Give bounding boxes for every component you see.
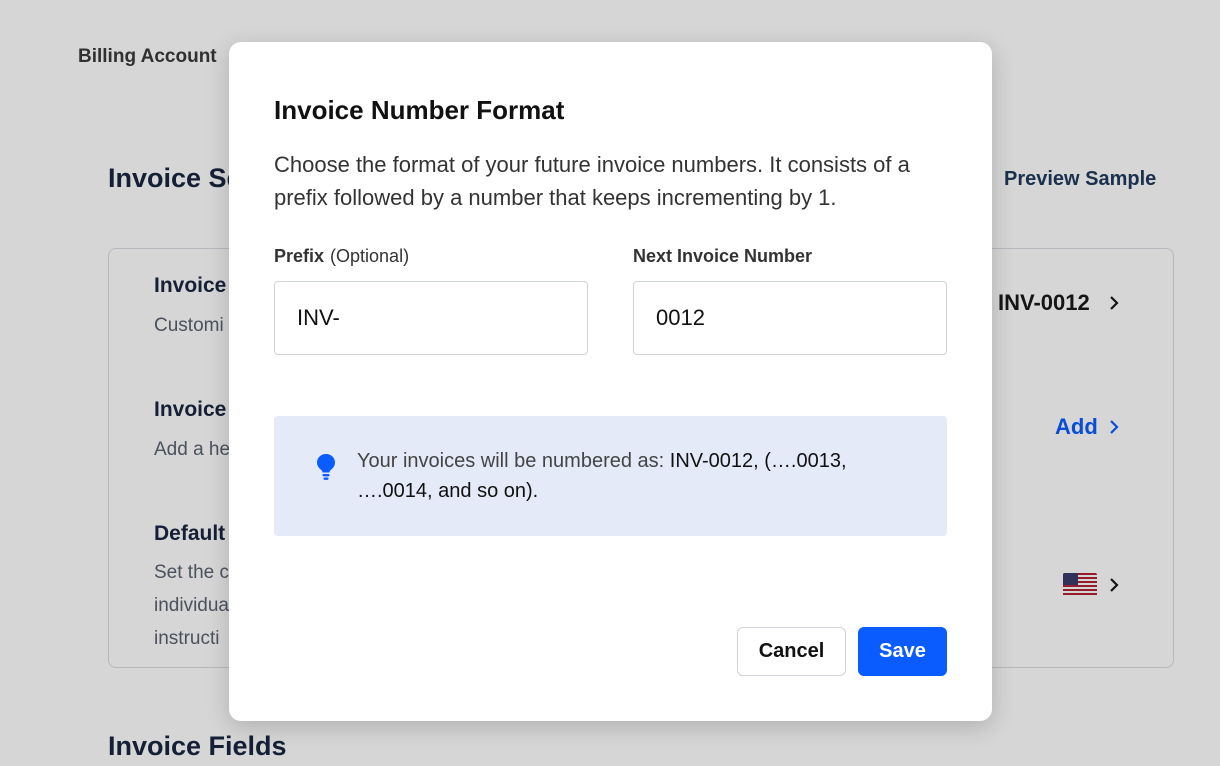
next-invoice-number-label: Next Invoice Number: [633, 246, 813, 266]
save-button[interactable]: Save: [858, 627, 947, 676]
prefix-label: Prefix (Optional): [274, 246, 409, 267]
numbering-preview-text: Your invoices will be numbered as: INV-0…: [357, 446, 897, 506]
numbering-preview-intro: Your invoices will be numbered as:: [357, 450, 670, 472]
prefix-label-text: Prefix: [274, 246, 325, 266]
dialog-title: Invoice Number Format: [274, 95, 565, 125]
dialog-description: Choose the format of your future invoice…: [274, 152, 910, 210]
prefix-input[interactable]: [274, 281, 588, 355]
numbering-preview-box: Your invoices will be numbered as: INV-0…: [274, 416, 947, 536]
optional-hint: (Optional): [330, 246, 410, 266]
invoice-number-format-dialog: Invoice Number Format Choose the format …: [229, 42, 992, 721]
lightbulb-icon: [317, 454, 335, 480]
cancel-button[interactable]: Cancel: [737, 627, 846, 676]
next-invoice-number-input[interactable]: [633, 281, 947, 355]
